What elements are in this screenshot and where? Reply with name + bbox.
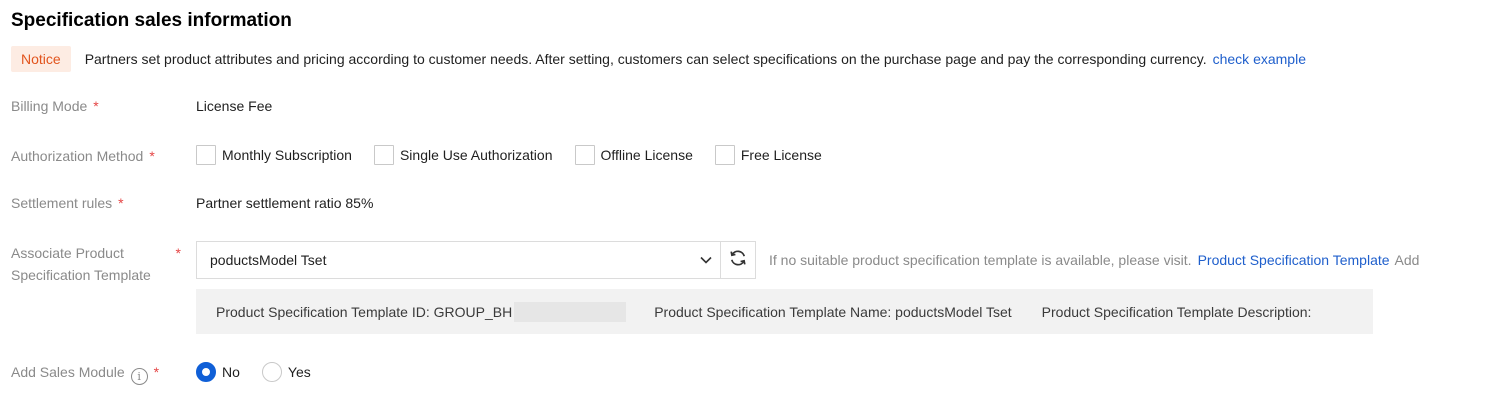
checkbox-box[interactable] (574, 145, 595, 165)
template-label: Associate Product * Specification Templa… (11, 242, 191, 286)
settlement-rules-value: Partner settlement ratio 85% (196, 195, 374, 211)
sales-module-label: Add Sales Module i * (11, 361, 159, 385)
template-name: Product Specification Template Name: pod… (654, 303, 1012, 320)
checkbox-box[interactable] (196, 145, 216, 165)
check-example-link[interactable]: check example (1213, 51, 1306, 67)
authorization-method-label-text: Authorization Method (11, 148, 144, 164)
checkbox-single-use-authorization[interactable]: Single Use Authorization (373, 145, 553, 165)
notice-text: Partners set product attributes and pric… (84, 51, 1207, 67)
radio-yes[interactable]: Yes (261, 362, 311, 382)
template-hint: If no suitable product specification tem… (769, 249, 1419, 271)
template-hint-text: If no suitable product specification tem… (769, 252, 1192, 268)
template-id-text: Product Specification Template ID: GROUP… (216, 303, 513, 320)
notice-tag: Notice (11, 46, 71, 72)
checkbox-free-license[interactable]: Free License (714, 145, 822, 165)
checkbox-box[interactable] (714, 145, 735, 165)
required-mark: * (93, 98, 99, 114)
checkbox-label[interactable]: Free License (741, 147, 822, 163)
template-select[interactable]: poductsModel Tset (196, 241, 721, 279)
product-specification-template-link[interactable]: Product Specification Template (1198, 252, 1390, 268)
checkbox-label[interactable]: Offline License (601, 147, 693, 163)
radio-no[interactable]: No (196, 362, 240, 382)
template-description: Product Specification Template Descripti… (1041, 303, 1312, 320)
masked-value (514, 301, 627, 322)
billing-mode-label-text: Billing Mode (11, 98, 88, 114)
template-label-line2: Specification Template (11, 267, 151, 283)
required-mark: * (153, 364, 160, 380)
radio-button[interactable] (261, 362, 282, 382)
radio-button-checked[interactable] (196, 362, 216, 382)
settlement-rules-label-text: Settlement rules (11, 195, 113, 211)
checkbox-label[interactable]: Single Use Authorization (400, 147, 553, 163)
sales-module-label-text: Add Sales Module (11, 364, 125, 380)
radio-label[interactable]: Yes (288, 364, 311, 380)
billing-mode-value: License Fee (196, 98, 273, 114)
settlement-rules-label: Settlement rules * (11, 192, 124, 214)
billing-mode-label: Billing Mode * (11, 95, 99, 117)
template-select-value[interactable]: poductsModel Tset (210, 252, 692, 268)
template-label-line1: Associate Product (11, 245, 124, 261)
chevron-down-icon[interactable] (692, 241, 720, 279)
required-mark: * (149, 148, 155, 164)
section-title: Specification sales information (11, 10, 292, 31)
refresh-icon[interactable] (728, 248, 748, 273)
checkbox-monthly-subscription[interactable]: Monthly Subscription (196, 145, 352, 165)
template-info-panel: Product Specification Template ID: GROUP… (196, 289, 1373, 334)
refresh-button[interactable] (720, 241, 756, 279)
authorization-method-options: Monthly Subscription Single Use Authoriz… (196, 144, 844, 166)
template-id: Product Specification Template ID: GROUP… (216, 301, 627, 322)
checkbox-offline-license[interactable]: Offline License (574, 145, 693, 165)
checkbox-box[interactable] (373, 145, 394, 165)
sales-module-options: No Yes (196, 361, 333, 383)
required-mark: * (175, 245, 181, 261)
notice-bar: Notice Partners set product attributes a… (11, 46, 1306, 72)
template-hint-suffix: Add (1394, 252, 1420, 268)
required-mark: * (118, 195, 124, 211)
authorization-method-label: Authorization Method * (11, 145, 155, 167)
checkbox-label[interactable]: Monthly Subscription (222, 147, 352, 163)
info-icon[interactable]: i (130, 368, 148, 385)
radio-label[interactable]: No (222, 364, 240, 380)
